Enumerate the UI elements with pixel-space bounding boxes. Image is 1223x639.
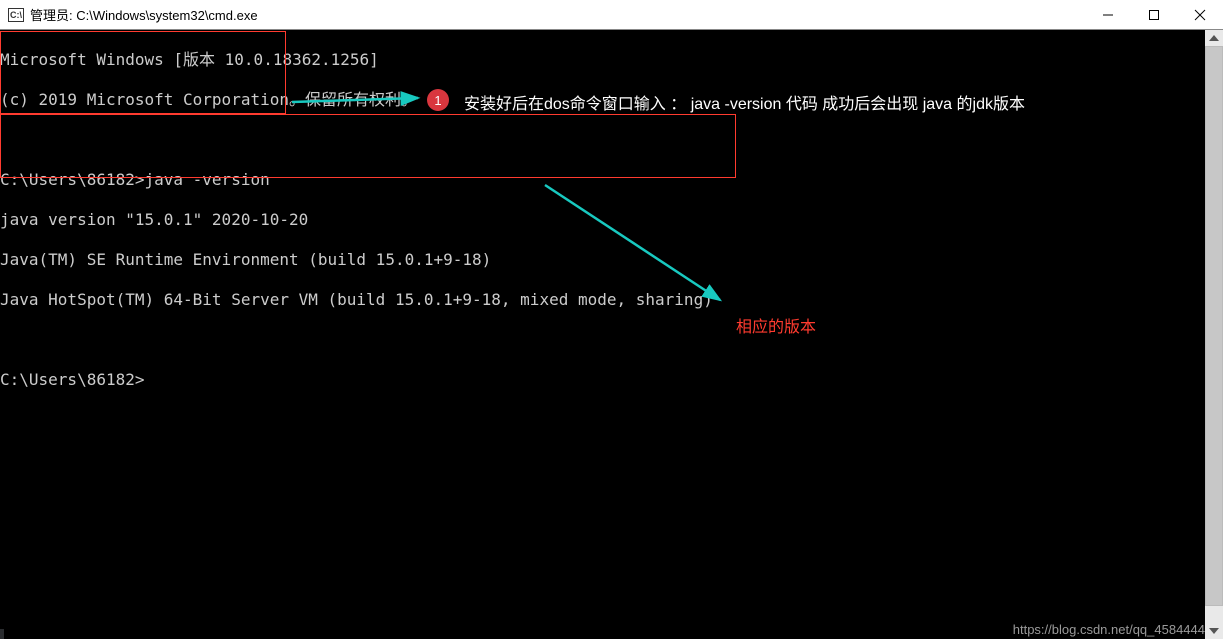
terminal-line: Java(TM) SE Runtime Environment (build 1… <box>0 250 1205 270</box>
chevron-down-icon <box>1209 628 1219 634</box>
scroll-up-button[interactable] <box>1205 30 1223 46</box>
annotation-instruction: 安装好后在dos命令窗口输入 ： java -version 代码 成功后会出现… <box>464 90 1025 114</box>
scrollbar-thumb[interactable] <box>1205 46 1223 606</box>
window-title: 管理员: C:\Windows\system32\cmd.exe <box>30 5 258 24</box>
window-controls <box>1085 0 1223 30</box>
close-button[interactable] <box>1177 0 1223 30</box>
close-icon <box>1194 9 1206 21</box>
terminal-line: Java HotSpot(TM) 64-Bit Server VM (build… <box>0 290 1205 310</box>
annotation-box-output <box>0 114 736 178</box>
terminal-line: java version "15.0.1" 2020-10-20 <box>0 210 1205 230</box>
annotation-box-command <box>0 31 286 114</box>
scroll-down-button[interactable] <box>1205 623 1223 639</box>
cmd-icon-label: C:\ <box>10 10 22 20</box>
vertical-scrollbar[interactable] <box>1205 30 1223 639</box>
maximize-button[interactable] <box>1131 0 1177 30</box>
window-titlebar: C:\ 管理员: C:\Windows\system32\cmd.exe <box>0 0 1223 30</box>
minimize-button[interactable] <box>1085 0 1131 30</box>
decorative-strip <box>0 629 4 639</box>
cmd-icon: C:\ <box>8 8 24 22</box>
annotation-version-label: 相应的版本 <box>736 313 816 337</box>
minimize-icon <box>1102 9 1114 21</box>
watermark-text: https://blog.csdn.net/qq_4584444 <box>1013 622 1205 637</box>
annotation-badge-1: 1 <box>427 89 449 111</box>
chevron-up-icon <box>1209 35 1219 41</box>
maximize-icon <box>1148 9 1160 21</box>
terminal-line <box>0 330 1205 350</box>
badge-number: 1 <box>434 93 441 108</box>
terminal-line: C:\Users\86182> <box>0 370 1205 390</box>
